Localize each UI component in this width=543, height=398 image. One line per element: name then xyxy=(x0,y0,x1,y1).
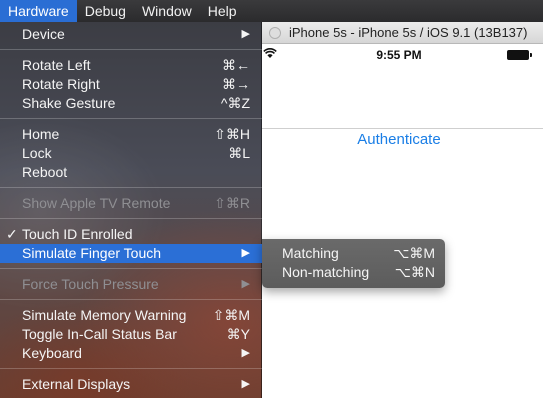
window-title: iPhone 5s - iPhone 5s / iOS 9.1 (13B137) xyxy=(289,25,528,40)
wifi-icon xyxy=(263,48,277,58)
finger-touch-submenu: Matching ⌥⌘M Non-matching ⌥⌘N xyxy=(262,239,445,288)
menu-item-keyboard[interactable]: Keyboard ▶ xyxy=(0,344,262,363)
menu-item-external-displays[interactable]: External Displays ▶ xyxy=(0,375,262,394)
submenu-item-non-matching[interactable]: Non-matching ⌥⌘N xyxy=(262,263,445,282)
shortcut-label: ⌘L xyxy=(228,145,250,161)
menu-item-label: Lock xyxy=(22,145,52,161)
window-control-button[interactable] xyxy=(269,26,281,39)
menu-window[interactable]: Window xyxy=(134,0,200,22)
shortcut-label: ^⌘Z xyxy=(220,95,250,111)
shortcut-label: ⇧⌘R xyxy=(214,195,250,211)
menu-item-label: Home xyxy=(22,126,60,142)
submenu-arrow-icon: ▶ xyxy=(241,247,250,259)
simulator-window: iPhone 5s - iPhone 5s / iOS 9.1 (13B137)… xyxy=(255,22,543,398)
submenu-item-matching[interactable]: Matching ⌥⌘M xyxy=(262,244,445,263)
menu-item-label: Show Apple TV Remote xyxy=(22,195,171,211)
menu-item-label: Touch ID Enrolled xyxy=(22,226,133,242)
shortcut-label: ⌘→ xyxy=(222,76,250,92)
submenu-arrow-icon: ▶ xyxy=(241,28,250,40)
submenu-arrow-icon: ▶ xyxy=(241,278,250,290)
navigation-bar xyxy=(255,65,543,129)
submenu-arrow-icon: ▶ xyxy=(241,378,250,390)
shortcut-label: ⌘Y xyxy=(226,326,250,342)
menu-bar: Hardware Debug Window Help xyxy=(0,0,543,22)
menu-item-home[interactable]: Home ⇧⌘H xyxy=(0,125,262,144)
checkmark-icon: ✓ xyxy=(6,226,18,242)
submenu-arrow-icon: ▶ xyxy=(241,347,250,359)
menu-item-label: Matching xyxy=(282,245,339,261)
menu-help[interactable]: Help xyxy=(200,0,245,22)
shortcut-label: ⇧⌘H xyxy=(214,126,250,142)
menu-item-label: Rotate Right xyxy=(22,76,100,92)
menu-item-label: Shake Gesture xyxy=(22,95,116,111)
menu-separator xyxy=(0,187,262,188)
menu-item-label: Toggle In-Call Status Bar xyxy=(22,326,177,342)
menu-item-reboot[interactable]: Reboot xyxy=(0,163,262,182)
menu-item-rotate-right[interactable]: Rotate Right ⌘→ xyxy=(0,75,262,94)
menu-item-lock[interactable]: Lock ⌘L xyxy=(0,144,262,163)
menu-item-simulate-memory-warning[interactable]: Simulate Memory Warning ⇧⌘M xyxy=(0,306,262,325)
menu-separator xyxy=(0,299,262,300)
menu-item-show-apple-tv-remote: Show Apple TV Remote ⇧⌘R xyxy=(0,194,262,213)
phone-screen: 9:55 PM xyxy=(255,45,543,398)
menu-separator xyxy=(0,218,262,219)
menu-item-label: External Displays xyxy=(22,376,131,392)
menu-separator xyxy=(0,268,262,269)
simulator-titlebar: iPhone 5s - iPhone 5s / iOS 9.1 (13B137) xyxy=(255,22,543,44)
shortcut-label: ⌥⌘N xyxy=(394,264,435,280)
shortcut-label: ⌘← xyxy=(222,57,250,73)
ios-status-bar: 9:55 PM xyxy=(255,45,543,65)
menu-item-touch-id-enrolled[interactable]: ✓ Touch ID Enrolled xyxy=(0,225,262,244)
menu-item-rotate-left[interactable]: Rotate Left ⌘← xyxy=(0,56,262,75)
menu-item-label: Reboot xyxy=(22,164,68,180)
menu-separator xyxy=(0,368,262,369)
menu-item-label: Simulate Memory Warning xyxy=(22,307,187,323)
menu-debug[interactable]: Debug xyxy=(77,0,134,22)
menu-item-toggle-in-call-status-bar[interactable]: Toggle In-Call Status Bar ⌘Y xyxy=(0,325,262,344)
menu-item-label: Device xyxy=(22,26,65,42)
menu-separator xyxy=(0,49,262,50)
menu-item-label: Rotate Left xyxy=(22,57,91,73)
menu-item-device[interactable]: Device ▶ xyxy=(0,25,262,44)
menu-hardware[interactable]: Hardware xyxy=(0,0,77,22)
menu-item-label: Force Touch Pressure xyxy=(22,276,159,292)
menu-separator xyxy=(0,118,262,119)
shortcut-label: ⌥⌘M xyxy=(393,245,435,261)
authenticate-button[interactable]: Authenticate xyxy=(255,131,543,148)
menu-item-label: Non-matching xyxy=(282,264,370,280)
shortcut-label: ⇧⌘M xyxy=(212,307,250,323)
menu-item-simulate-finger-touch[interactable]: Simulate Finger Touch ▶ xyxy=(0,244,262,263)
menu-item-shake-gesture[interactable]: Shake Gesture ^⌘Z xyxy=(0,94,262,113)
battery-icon xyxy=(507,50,532,60)
menu-item-label: Simulate Finger Touch xyxy=(22,245,162,261)
menu-item-force-touch-pressure: Force Touch Pressure ▶ xyxy=(0,275,262,294)
menu-item-label: Keyboard xyxy=(22,345,82,361)
hardware-menu: Device ▶ Rotate Left ⌘← Rotate Right ⌘→ … xyxy=(0,22,262,398)
status-time: 9:55 PM xyxy=(376,48,422,62)
